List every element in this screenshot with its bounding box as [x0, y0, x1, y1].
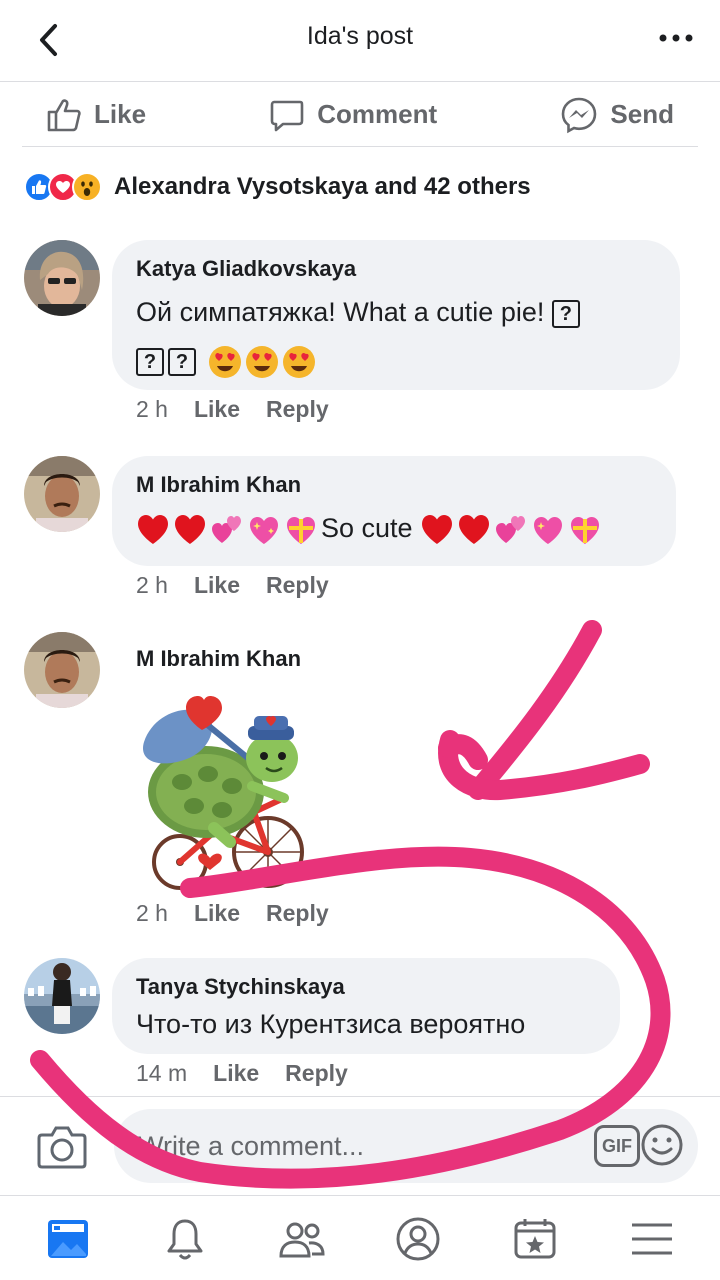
gif-button[interactable]: GIF — [594, 1125, 640, 1167]
avatar[interactable] — [24, 456, 100, 532]
like-button[interactable]: Like — [22, 97, 170, 133]
reactions-summary-text: Alexandra Vysotskaya and 42 others — [114, 173, 531, 200]
comment-author[interactable]: Katya Gliadkovskaya — [136, 256, 656, 282]
red-heart-icon — [175, 514, 205, 544]
heart-with-ribbon-icon — [571, 516, 600, 544]
pages-icon — [514, 1218, 556, 1258]
sparkling-heart-icon — [534, 516, 563, 544]
news-feed-icon — [48, 1219, 89, 1258]
red-heart-icon — [138, 514, 168, 544]
nav-news-feed[interactable] — [38, 1209, 98, 1269]
page-title: Ida's post — [306, 22, 414, 50]
comment-time: 2 h — [136, 572, 168, 598]
comment-meta: 14 m Like Reply — [136, 1060, 348, 1087]
more-horizontal-icon — [659, 34, 693, 42]
comment-author[interactable]: M Ibrahim Khan — [136, 646, 301, 672]
nav-profile[interactable] — [388, 1209, 448, 1269]
like-label: Like — [94, 99, 147, 129]
thumbs-up-icon — [47, 98, 81, 131]
comment-time: 14 m — [136, 1060, 188, 1086]
comment-reply-button[interactable]: Reply — [285, 1060, 348, 1087]
unknown-glyph-icon: ? — [168, 347, 196, 376]
comment-meta: 2 h Like Reply — [136, 572, 329, 599]
heart-eyes-emoji-icon — [208, 345, 241, 378]
camera-button[interactable] — [36, 1123, 88, 1171]
unknown-glyph-icon: ? — [551, 299, 580, 328]
two-hearts-icon — [212, 515, 241, 543]
heart-eyes-emoji-icon — [282, 345, 315, 378]
bottom-navigation — [0, 1197, 720, 1280]
comment-like-button[interactable]: Like — [194, 572, 240, 599]
comment-meta: 2 h Like Reply — [136, 396, 329, 423]
avatar[interactable] — [24, 958, 100, 1034]
unknown-glyph-icon: ? — [136, 347, 164, 376]
heart-with-ribbon-icon — [287, 516, 315, 544]
friends-icon — [279, 1222, 325, 1257]
comment-like-button[interactable]: Like — [213, 1060, 259, 1087]
comment-bubble[interactable]: M Ibrahim Khan So cute — [112, 456, 676, 566]
nav-pages[interactable] — [505, 1209, 565, 1269]
comment-composer: GIF — [0, 1096, 720, 1196]
comment-text-line: So cute — [321, 513, 413, 543]
avatar[interactable] — [24, 632, 100, 708]
send-label: Send — [610, 99, 674, 129]
comment-text: Что-то из Курентзиса вероятно — [136, 1009, 526, 1039]
comment-meta: 2 h Like Reply — [136, 900, 329, 927]
emoji-button[interactable] — [640, 1123, 684, 1167]
menu-icon — [631, 1223, 672, 1254]
comment-like-button[interactable]: Like — [194, 396, 240, 423]
comment-bubble[interactable]: Tanya Stychinskaya Что-то из Курентзиса … — [112, 958, 620, 1054]
comment-author[interactable]: M Ibrahim Khan — [136, 472, 652, 498]
comment-reply-button[interactable]: Reply — [266, 572, 329, 599]
nav-notifications[interactable] — [155, 1209, 215, 1269]
comment-time: 2 h — [136, 396, 168, 422]
reactions-summary[interactable]: Alexandra Vysotskaya and 42 others — [24, 168, 531, 206]
nav-friends[interactable] — [272, 1209, 332, 1269]
comment-author[interactable]: Tanya Stychinskaya — [136, 974, 596, 1000]
smiley-icon — [641, 1124, 683, 1166]
comment-reply-button[interactable]: Reply — [266, 900, 329, 927]
sparkling-heart-icon — [250, 516, 278, 544]
comment-bubble-icon — [270, 100, 304, 131]
avatar[interactable] — [24, 240, 100, 316]
camera-icon — [37, 1126, 87, 1169]
notifications-icon — [167, 1219, 203, 1259]
comment-button[interactable]: Comment — [245, 97, 461, 133]
comment-text-line: Ой симпатяжка! What a cutie pie! — [136, 297, 545, 327]
more-options-button[interactable] — [656, 18, 696, 58]
two-hearts-icon — [496, 515, 526, 543]
comment-like-button[interactable]: Like — [194, 900, 240, 927]
red-heart-icon — [459, 514, 490, 544]
comment-input-wrapper: GIF — [114, 1109, 698, 1183]
comment-label: Comment — [317, 99, 438, 129]
heart-eyes-emoji-icon — [245, 345, 278, 378]
post-action-bar: Like Comment Send — [22, 83, 698, 147]
profile-icon — [396, 1217, 440, 1260]
send-button[interactable]: Send — [536, 96, 698, 134]
top-bar: Ida's post — [0, 0, 720, 82]
red-heart-icon — [422, 514, 453, 544]
messenger-icon — [562, 97, 597, 133]
comment-input[interactable] — [138, 1109, 538, 1183]
nav-menu[interactable] — [622, 1209, 682, 1269]
comment-reply-button[interactable]: Reply — [266, 396, 329, 423]
comment-bubble[interactable]: Katya Gliadkovskaya Ой симпатяжка! What … — [112, 240, 680, 390]
comment-text: So cute — [136, 504, 652, 552]
turtle-on-bicycle-sticker[interactable] — [134, 682, 314, 894]
comment-text: Ой симпатяжка! What a cutie pie! ? ?? — [136, 288, 656, 384]
wow-reaction-icon — [72, 172, 102, 202]
comment-time: 2 h — [136, 900, 168, 926]
